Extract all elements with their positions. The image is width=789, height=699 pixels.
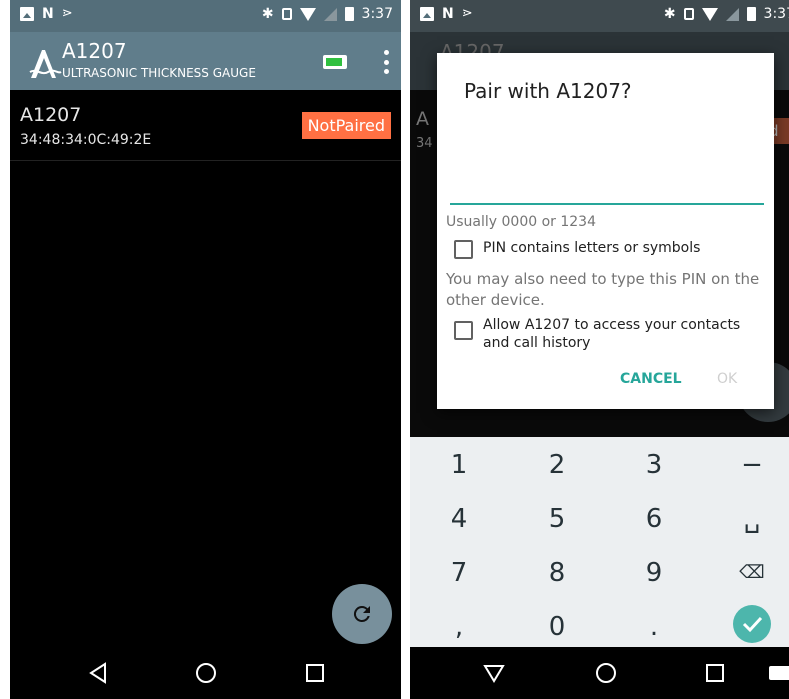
wifi-icon	[299, 7, 316, 21]
contacts-checkbox-label: Allow A1207 to access your contacts and …	[483, 317, 741, 351]
key-3[interactable]: 3	[607, 439, 701, 491]
nfc-icon: N	[442, 6, 454, 22]
clock: 3:37	[763, 6, 789, 22]
key-period[interactable]: .	[607, 601, 701, 653]
pin-info: You may also need to type this PIN on th…	[446, 270, 760, 309]
recents-icon[interactable]	[703, 661, 727, 685]
contacts-checkbox[interactable]	[454, 321, 473, 340]
done-button[interactable]	[733, 605, 771, 643]
pin-input[interactable]	[450, 151, 764, 205]
key-1[interactable]: 1	[412, 439, 506, 491]
more-vert-icon[interactable]	[383, 50, 389, 74]
status-bar: N ⋗ ✱ 3:37	[10, 0, 401, 32]
check-icon	[742, 616, 763, 633]
back-icon[interactable]	[86, 661, 110, 685]
key-6[interactable]: 6	[607, 493, 701, 545]
device-mac: 34:48:34:0C:49:2E	[20, 132, 152, 148]
dimmed-device-name: A	[416, 108, 429, 130]
key-space[interactable]: ␣	[705, 493, 789, 545]
letters-checkbox-label: PIN contains letters or symbols	[483, 240, 701, 256]
image-notification-icon	[420, 7, 434, 21]
nav-bar	[410, 647, 789, 699]
nfc-icon: N	[42, 6, 54, 22]
device-name: A1207	[20, 104, 82, 126]
letters-checkbox-row[interactable]: PIN contains letters or symbols	[454, 239, 700, 259]
vibrate-icon	[683, 8, 694, 20]
status-badge[interactable]: NotPaired	[301, 112, 391, 139]
key-8[interactable]: 8	[510, 547, 604, 599]
refresh-icon	[353, 605, 370, 622]
app-title: A1207	[62, 39, 127, 63]
backspace-icon[interactable]: ⌫	[705, 547, 789, 599]
key-2[interactable]: 2	[510, 439, 604, 491]
home-icon[interactable]	[594, 661, 618, 685]
key-7[interactable]: 7	[412, 547, 506, 599]
dimmed-device-mac: 34	[416, 136, 433, 151]
pin-hint: Usually 0000 or 1234	[446, 214, 596, 230]
battery-status-icon	[746, 7, 756, 21]
key-5[interactable]: 5	[510, 493, 604, 545]
status-bar: N ⋗ ✱ 3:37	[410, 0, 789, 32]
numeric-keypad: 1 2 3 − 4 5 6 ␣ 7 8 9 ⌫ , 0 .	[410, 437, 789, 647]
app-logo	[29, 50, 62, 78]
back-icon[interactable]	[482, 661, 506, 685]
left-screen: N ⋗ ✱ 3:37 A1207 ULTRASONIC THICKNESS GA…	[10, 0, 401, 699]
battery-icon	[323, 55, 347, 69]
device-row[interactable]: A1207 34:48:34:0C:49:2E NotPaired	[10, 96, 401, 161]
bluetooth-icon: ✱	[663, 6, 676, 22]
clock: 3:37	[361, 6, 393, 22]
key-9[interactable]: 9	[607, 547, 701, 599]
cancel-button[interactable]: CANCEL	[620, 371, 682, 387]
image-notification-icon	[20, 7, 34, 21]
signal-icon	[323, 7, 337, 21]
play-store-icon: ⋗	[61, 6, 73, 21]
pair-dialog: Pair with A1207? Usually 0000 or 1234 PI…	[437, 53, 774, 409]
key-comma[interactable]: ,	[412, 601, 506, 653]
app-subtitle: ULTRASONIC THICKNESS GAUGE	[62, 66, 256, 80]
recents-icon[interactable]	[303, 661, 327, 685]
battery-status-icon	[344, 7, 354, 21]
home-icon[interactable]	[194, 661, 218, 685]
right-screen: N ⋗ ✱ 3:37 A1207 A 34 d Pair with A1207?…	[410, 0, 789, 699]
signal-icon	[725, 7, 739, 21]
nav-bar	[10, 647, 401, 699]
key-minus[interactable]: −	[705, 439, 789, 491]
play-store-icon: ⋗	[461, 6, 473, 21]
key-4[interactable]: 4	[412, 493, 506, 545]
wifi-icon	[701, 7, 718, 21]
bluetooth-icon: ✱	[261, 6, 274, 22]
refresh-button[interactable]	[332, 584, 392, 644]
vibrate-icon	[281, 8, 292, 20]
ok-button[interactable]: OK	[717, 371, 737, 387]
dialog-title: Pair with A1207?	[464, 79, 632, 103]
contacts-checkbox-row[interactable]: Allow A1207 to access your contacts and …	[454, 316, 764, 352]
letters-checkbox[interactable]	[454, 240, 473, 259]
key-0[interactable]: 0	[510, 601, 604, 653]
keyboard-icon[interactable]	[768, 661, 789, 685]
